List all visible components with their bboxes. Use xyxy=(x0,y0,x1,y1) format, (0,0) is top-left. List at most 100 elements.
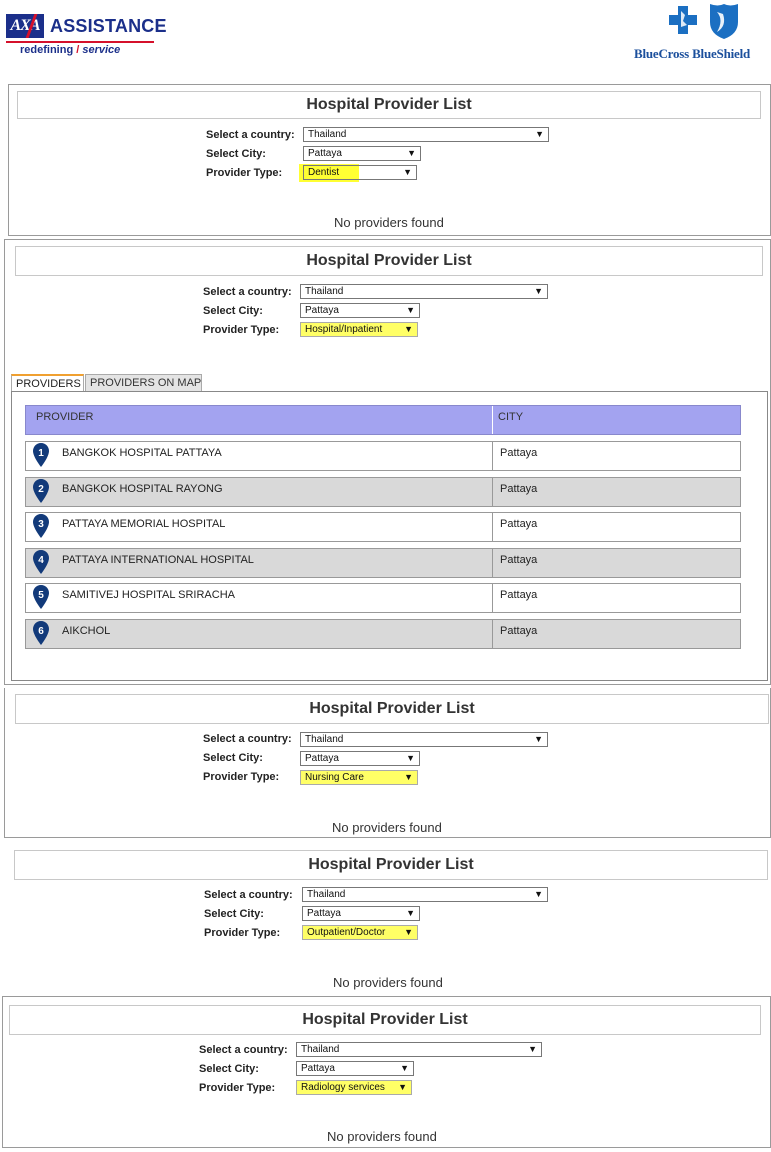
city-label: Select City: xyxy=(206,148,266,160)
city-select[interactable]: Pattaya ▼ xyxy=(300,751,420,766)
row-number: 4 xyxy=(38,555,44,566)
map-pin-icon: 3 xyxy=(33,514,49,538)
no-providers-message: No providers found xyxy=(333,975,443,990)
chevron-down-icon: ▼ xyxy=(535,129,544,139)
city-label: Select City: xyxy=(204,908,264,920)
provider-type-label: Provider Type: xyxy=(203,771,280,783)
row-number: 1 xyxy=(38,448,44,459)
row-number: 5 xyxy=(38,590,44,601)
country-select[interactable]: Thailand ▼ xyxy=(296,1042,542,1057)
country-label: Select a country: xyxy=(204,889,293,901)
axa-assistance-logo: AXA ASSISTANCE redefining / service xyxy=(6,14,166,62)
provider-type-value: Hospital/Inpatient xyxy=(305,324,383,335)
provider-type-value: Dentist xyxy=(308,167,340,178)
city-value: Pattaya xyxy=(301,1063,335,1074)
map-pin-icon: 2 xyxy=(33,479,49,503)
axa-tagline-sep: / xyxy=(76,44,80,56)
provider-name[interactable]: PATTAYA MEMORIAL HOSPITAL xyxy=(62,518,225,530)
provider-name[interactable]: BANGKOK HOSPITAL PATTAYA xyxy=(62,447,222,459)
axa-name: ASSISTANCE xyxy=(50,16,167,36)
provider-type-value: Radiology services xyxy=(301,1082,385,1093)
page-title: Hospital Provider List xyxy=(9,1005,761,1035)
provider-city: Pattaya xyxy=(500,518,538,530)
country-value: Thailand xyxy=(305,734,344,745)
provider-type-label: Provider Type: xyxy=(204,927,281,939)
provider-type-value: Nursing Care xyxy=(305,772,364,783)
provider-name[interactable]: AIKCHOL xyxy=(62,625,110,637)
country-select[interactable]: Thailand ▼ xyxy=(300,732,548,747)
country-label: Select a country: xyxy=(203,286,292,298)
provider-type-select[interactable]: Nursing Care ▼ xyxy=(300,770,418,785)
country-select[interactable]: Thailand ▼ xyxy=(303,127,549,142)
column-header-city: CITY xyxy=(498,411,524,423)
column-separator xyxy=(492,620,493,648)
chevron-down-icon: ▼ xyxy=(400,1063,409,1073)
city-select[interactable]: Pattaya ▼ xyxy=(300,303,420,318)
provider-type-label: Provider Type: xyxy=(203,324,280,336)
provider-city: Pattaya xyxy=(500,589,538,601)
city-select[interactable]: Pattaya ▼ xyxy=(302,906,420,921)
city-select[interactable]: Pattaya ▼ xyxy=(296,1061,414,1076)
table-row[interactable]: 1 BANGKOK HOSPITAL PATTAYA Pattaya xyxy=(25,441,741,471)
country-value: Thailand xyxy=(308,129,347,140)
axa-tagline-part1: redefining xyxy=(20,44,74,56)
chevron-down-icon: ▼ xyxy=(406,305,415,315)
country-select[interactable]: Thailand ▼ xyxy=(302,887,548,902)
chevron-down-icon: ▼ xyxy=(404,772,413,782)
provider-name[interactable]: PATTAYA INTERNATIONAL HOSPITAL xyxy=(62,554,254,566)
row-number: 2 xyxy=(38,484,44,495)
table-row[interactable]: 4 PATTAYA INTERNATIONAL HOSPITAL Pattaya xyxy=(25,548,741,578)
chevron-down-icon: ▼ xyxy=(534,889,543,899)
provider-city: Pattaya xyxy=(500,625,538,637)
city-label: Select City: xyxy=(203,305,263,317)
chevron-down-icon: ▼ xyxy=(404,927,413,937)
provider-type-select[interactable]: Outpatient/Doctor ▼ xyxy=(302,925,418,940)
city-label: Select City: xyxy=(203,752,263,764)
chevron-down-icon: ▼ xyxy=(406,753,415,763)
page-title: Hospital Provider List xyxy=(15,694,769,724)
table-header: PROVIDER CITY xyxy=(25,405,741,435)
table-row[interactable]: 3 PATTAYA MEMORIAL HOSPITAL Pattaya xyxy=(25,512,741,542)
column-separator xyxy=(492,406,493,434)
provider-city: Pattaya xyxy=(500,554,538,566)
provider-panel-nursing: Hospital Provider List Select a country:… xyxy=(4,688,771,838)
provider-panel-radiology: Hospital Provider List Select a country:… xyxy=(2,996,771,1148)
no-providers-message: No providers found xyxy=(327,1129,437,1144)
no-providers-message: No providers found xyxy=(332,820,442,835)
column-header-provider: PROVIDER xyxy=(36,411,94,423)
country-select[interactable]: Thailand ▼ xyxy=(300,284,548,299)
provider-type-select[interactable]: Radiology services ▼ xyxy=(296,1080,412,1095)
provider-name[interactable]: BANGKOK HOSPITAL RAYONG xyxy=(62,483,223,495)
axa-tagline: redefining / service xyxy=(20,44,120,56)
country-label: Select a country: xyxy=(203,733,292,745)
city-select[interactable]: Pattaya ▼ xyxy=(303,146,421,161)
page-title: Hospital Provider List xyxy=(14,850,768,880)
page-title: Hospital Provider List xyxy=(15,246,763,276)
chevron-down-icon: ▼ xyxy=(404,324,413,334)
chevron-down-icon: ▼ xyxy=(398,1082,407,1092)
tab-providers[interactable]: PROVIDERS xyxy=(11,374,84,392)
provider-type-label: Provider Type: xyxy=(199,1082,276,1094)
map-pin-icon: 6 xyxy=(33,621,49,645)
page-title: Hospital Provider List xyxy=(17,91,761,119)
column-separator xyxy=(492,549,493,577)
provider-city: Pattaya xyxy=(500,483,538,495)
provider-name[interactable]: SAMITIVEJ HOSPITAL SRIRACHA xyxy=(62,589,235,601)
no-providers-message: No providers found xyxy=(334,215,444,230)
map-pin-icon: 1 xyxy=(33,443,49,467)
table-row[interactable]: 6 AIKCHOL Pattaya xyxy=(25,619,741,649)
city-label: Select City: xyxy=(199,1063,259,1075)
table-row[interactable]: 5 SAMITIVEJ HOSPITAL SRIRACHA Pattaya xyxy=(25,583,741,613)
provider-type-select[interactable]: Hospital/Inpatient ▼ xyxy=(300,322,418,337)
tab-providers-on-map[interactable]: PROVIDERS ON MAP xyxy=(85,374,202,392)
axa-mark: AXA xyxy=(6,14,44,38)
chevron-down-icon: ▼ xyxy=(534,286,543,296)
chevron-down-icon: ▼ xyxy=(406,908,415,918)
provider-type-select[interactable]: Dentist ▼ xyxy=(303,165,417,180)
chevron-down-icon: ▼ xyxy=(407,148,416,158)
chevron-down-icon: ▼ xyxy=(403,167,412,177)
provider-panel-outpatient: Hospital Provider List Select a country:… xyxy=(4,842,771,992)
table-row[interactable]: 2 BANGKOK HOSPITAL RAYONG Pattaya xyxy=(25,477,741,507)
chevron-down-icon: ▼ xyxy=(528,1044,537,1054)
provider-panel-hospital: Hospital Provider List Select a country:… xyxy=(4,239,771,685)
